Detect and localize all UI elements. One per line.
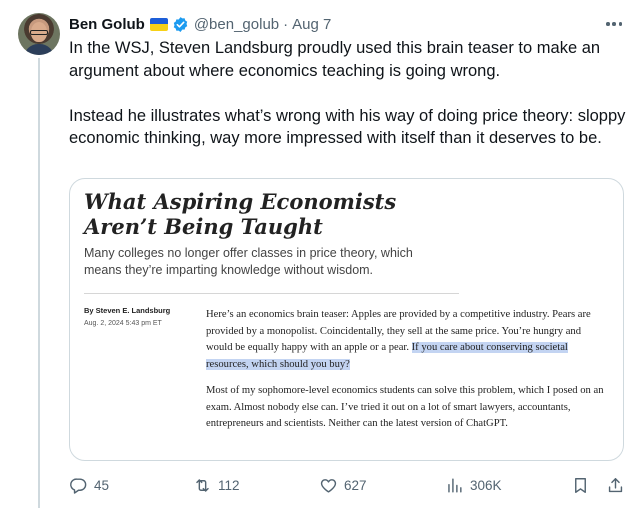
heart-icon — [320, 478, 337, 493]
views-button[interactable]: 306K — [445, 474, 502, 496]
reply-button[interactable]: 45 — [69, 474, 109, 496]
tweet-paragraph-1: In the WSJ, Steven Landsburg proudly use… — [69, 39, 601, 80]
bookmark-icon — [575, 477, 586, 493]
tweet-text: In the WSJ, Steven Landsburg proudly use… — [69, 37, 629, 150]
article-paragraph-2: Most of my sophomore-level economics stu… — [206, 385, 604, 429]
bookmark-button[interactable] — [571, 474, 596, 496]
reply-icon — [70, 477, 87, 494]
separator-dot: · — [283, 15, 289, 33]
views-count: 306K — [470, 477, 502, 493]
like-button[interactable]: 627 — [319, 474, 367, 496]
avatar-glasses — [30, 30, 48, 35]
repost-count: 112 — [218, 477, 240, 493]
article-screenshot[interactable]: What Aspiring Economists Aren’t Being Ta… — [69, 178, 624, 461]
tweet-date[interactable]: Aug 7 — [292, 16, 331, 33]
repost-button[interactable]: 112 — [193, 474, 240, 496]
share-button[interactable] — [606, 474, 631, 496]
article-dateline: Aug. 2, 2024 5:43 pm ET — [84, 320, 162, 327]
avatar-shirt — [24, 44, 54, 55]
article-byline: By Steven E. Landsburg — [84, 306, 171, 315]
article-body: Here’s an economics brain teaser: Apples… — [206, 307, 606, 443]
article-paragraph-1: Here’s an economics brain teaser: Apples… — [206, 307, 606, 373]
article-headline: What Aspiring Economists Aren’t Being Ta… — [84, 189, 397, 239]
ukraine-flag-icon — [149, 17, 168, 31]
more-icon[interactable] — [604, 14, 624, 34]
share-icon — [608, 477, 623, 492]
repost-icon — [196, 478, 209, 492]
tweet-header: Ben Golub @ben_golub · Aug 7 — [69, 13, 331, 35]
thread-line — [38, 58, 40, 508]
like-count: 627 — [344, 477, 367, 493]
views-icon — [448, 477, 462, 493]
reply-count: 45 — [94, 477, 110, 493]
tweet-paragraph-2: Instead he illustrates what’s wrong with… — [69, 106, 626, 148]
verified-badge-icon[interactable] — [172, 16, 189, 33]
avatar[interactable] — [18, 13, 60, 55]
article-subhead: Many colleges no longer offer classes in… — [84, 246, 413, 277]
article-divider — [84, 293, 459, 294]
author-handle[interactable]: @ben_golub — [194, 16, 279, 33]
action-bar: 45 112 627 306K — [69, 474, 629, 498]
author-name[interactable]: Ben Golub — [69, 16, 145, 33]
